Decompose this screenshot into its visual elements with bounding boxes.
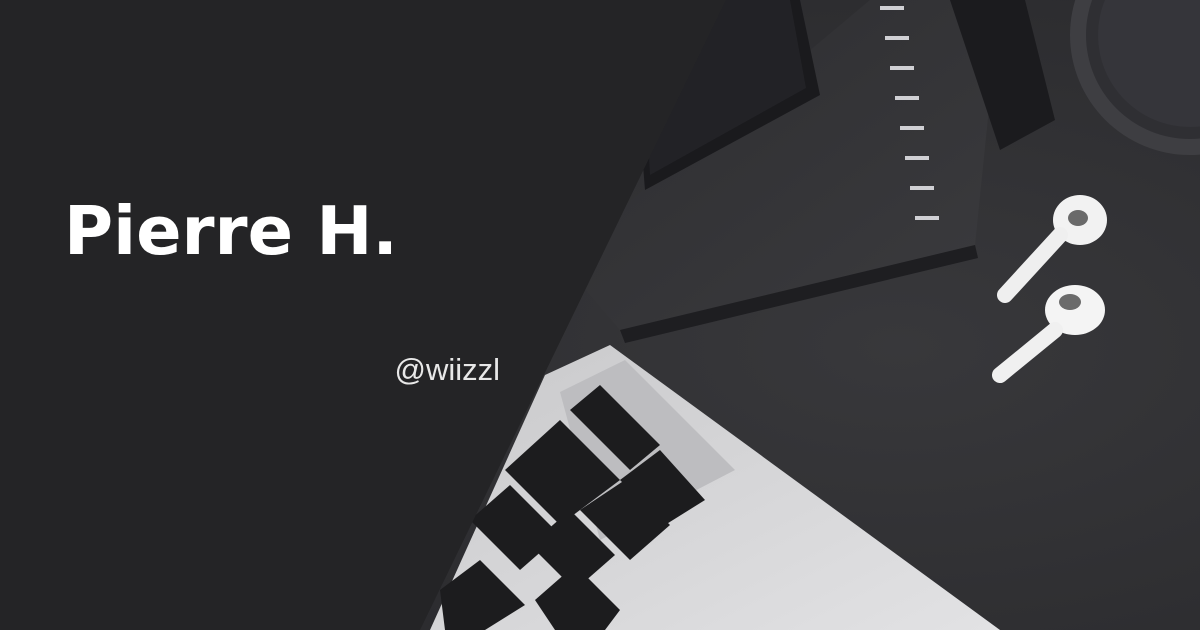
dark-panel (0, 0, 726, 630)
profile-name: Pierre H. (64, 192, 398, 270)
share-card: Pierre H. @wiizzl (0, 0, 1200, 630)
profile-handle: @wiizzl (394, 352, 500, 387)
